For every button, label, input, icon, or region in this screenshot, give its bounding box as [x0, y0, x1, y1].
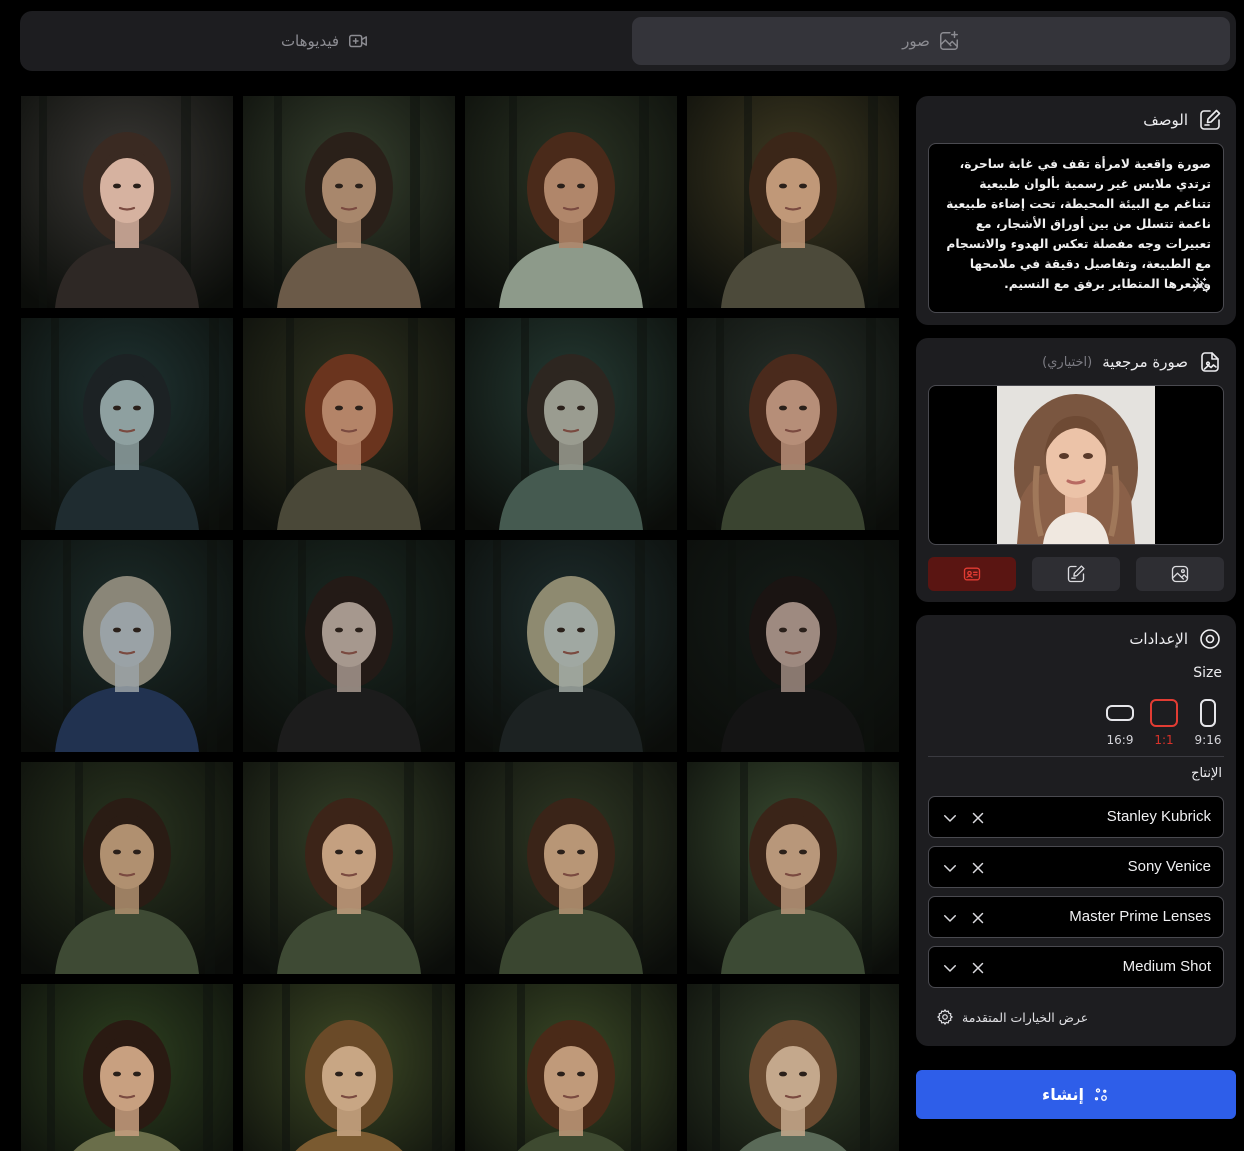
gallery-thumbnail[interactable] [243, 762, 455, 974]
chevron-down-icon[interactable] [941, 909, 959, 927]
image-plus-icon [938, 30, 960, 52]
square-ratio-icon [1150, 699, 1178, 727]
prompt-text: صورة واقعية لامرأة تقف في غابة ساحرة، تر… [946, 157, 1211, 291]
gallery-thumbnail[interactable] [243, 540, 455, 752]
chevron-down-icon[interactable] [941, 959, 959, 977]
ratio-9-16[interactable]: 9:16 [1188, 699, 1228, 749]
app-root: فيديوهات صور الوصف صورة واقعية لامرأة تق… [0, 0, 1244, 1151]
reference-optional-label: (اختياري) [1042, 354, 1093, 370]
gallery-thumbnail[interactable] [687, 318, 899, 530]
media-type-tabs: فيديوهات صور [20, 11, 1236, 71]
advanced-options-toggle[interactable]: عرض الخيارات المتقدمة [936, 1007, 1088, 1027]
gallery-thumbnail[interactable] [243, 984, 455, 1151]
landscape-ratio-icon [1106, 705, 1134, 721]
tab-images-label: صور [902, 32, 930, 50]
gallery-thumbnail[interactable] [21, 318, 233, 530]
description-title: الوصف [1143, 111, 1188, 129]
video-plus-icon [347, 30, 369, 52]
settings-header: الإعدادات [1129, 627, 1222, 651]
gallery-thumbnail[interactable] [21, 762, 233, 974]
description-header: الوصف [1143, 108, 1222, 132]
ratio-9-16-label: 9:16 [1194, 733, 1222, 747]
tab-videos[interactable]: فيديوهات [26, 17, 624, 65]
create-button-label: إنشاء [1042, 1085, 1084, 1104]
close-icon[interactable] [969, 859, 987, 877]
settings-panel: الإعدادات Size 9:16 1:1 16:9 الإنتاج Sta… [916, 615, 1236, 1046]
reference-mode-character[interactable] [928, 557, 1016, 591]
gallery-thumbnail[interactable] [243, 318, 455, 530]
camera-select-value: Sony Venice [1127, 858, 1211, 875]
production-label: الإنتاج [1191, 766, 1222, 781]
reference-portrait [997, 386, 1155, 544]
gallery-thumbnail[interactable] [465, 318, 677, 530]
edit-icon [1198, 108, 1222, 132]
camera-select[interactable]: Sony Venice [928, 846, 1224, 888]
gallery-thumbnail[interactable] [687, 984, 899, 1151]
sparkle-icon [1094, 1087, 1107, 1101]
close-icon[interactable] [969, 959, 987, 977]
gallery-thumbnail[interactable] [21, 96, 233, 308]
shot-type-select-value: Medium Shot [1122, 958, 1211, 975]
image-gallery [21, 96, 899, 1151]
gallery-thumbnail[interactable] [21, 984, 233, 1151]
advanced-options-label: عرض الخيارات المتقدمة [962, 1009, 1089, 1025]
shot-type-select[interactable]: Medium Shot [928, 946, 1224, 988]
gallery-thumbnail[interactable] [465, 540, 677, 752]
image-icon [1171, 565, 1189, 583]
close-icon[interactable] [969, 909, 987, 927]
reference-mode-image[interactable] [1136, 557, 1224, 591]
director-select-value: Stanley Kubrick [1106, 808, 1211, 825]
prompt-textarea[interactable]: صورة واقعية لامرأة تقف في غابة ساحرة، تر… [928, 143, 1224, 313]
edit-icon [1067, 565, 1085, 583]
image-upload-icon [1198, 350, 1222, 374]
lens-select-value: Master Prime Lenses [1069, 908, 1211, 925]
portrait-ratio-icon [1200, 699, 1216, 727]
size-label: Size [1193, 665, 1222, 681]
gallery-thumbnail[interactable] [465, 984, 677, 1151]
chevron-down-icon[interactable] [941, 859, 959, 877]
gallery-thumbnail[interactable] [687, 540, 899, 752]
ratio-16-9-label: 16:9 [1106, 733, 1134, 747]
gear-icon [937, 1009, 953, 1025]
settings-title: الإعدادات [1129, 630, 1188, 648]
reference-header: صورة مرجعية (اختياري) [1042, 350, 1222, 374]
reference-title: صورة مرجعية [1102, 353, 1188, 371]
magic-wand-icon[interactable] [1191, 276, 1209, 294]
chevron-down-icon[interactable] [941, 809, 959, 827]
create-button[interactable]: إنشاء [916, 1070, 1236, 1119]
gallery-thumbnail[interactable] [21, 540, 233, 752]
reference-image-panel: صورة مرجعية (اختياري) [916, 338, 1236, 602]
gallery-thumbnail[interactable] [687, 96, 899, 308]
settings-divider [928, 756, 1224, 757]
ratio-1-1-label: 1:1 [1154, 733, 1174, 747]
ratio-1-1[interactable]: 1:1 [1144, 699, 1184, 749]
lens-select[interactable]: Master Prime Lenses [928, 896, 1224, 938]
close-icon[interactable] [969, 809, 987, 827]
settings-circle-icon [1198, 627, 1222, 651]
reference-image-dropzone[interactable] [928, 385, 1224, 545]
gallery-thumbnail[interactable] [687, 762, 899, 974]
gallery-thumbnail[interactable] [243, 96, 455, 308]
director-select[interactable]: Stanley Kubrick [928, 796, 1224, 838]
description-panel: الوصف صورة واقعية لامرأة تقف في غابة ساح… [916, 96, 1236, 325]
gallery-thumbnail[interactable] [465, 762, 677, 974]
tab-images[interactable]: صور [632, 17, 1230, 65]
reference-mode-edit[interactable] [1032, 557, 1120, 591]
gallery-thumbnail[interactable] [465, 96, 677, 308]
tab-videos-label: فيديوهات [280, 32, 340, 50]
id-card-icon [963, 567, 981, 581]
ratio-16-9[interactable]: 16:9 [1100, 699, 1140, 749]
